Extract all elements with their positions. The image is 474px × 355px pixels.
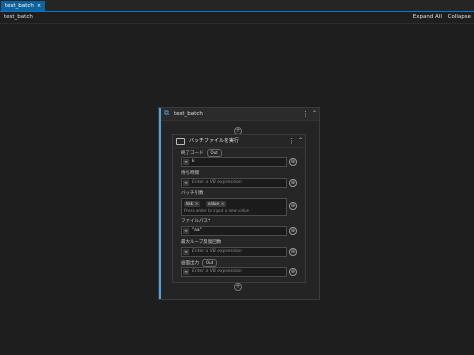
file-path-value: "aa" (192, 228, 202, 233)
wait-time-label: 待ち時間 (181, 171, 199, 176)
header-actions: Expand All Collapse (409, 12, 471, 23)
designer-header: test_batch Expand All Collapse (0, 12, 474, 24)
document-tab-bar: test_batch × (0, 0, 474, 12)
collapse-icon[interactable]: ⌃ (312, 108, 317, 120)
screen-output-label: 画面出力 Out (181, 259, 218, 267)
sequence-title: test_batch (174, 111, 203, 117)
out-badge: Out (202, 259, 218, 267)
required-marker: * (208, 219, 211, 224)
add-icon[interactable]: ⊕ (289, 248, 297, 256)
collapse-icon[interactable]: ⌃ (298, 135, 303, 147)
batch-args-hint: Press enter to input a new value (184, 208, 249, 213)
vb-icon: ≡ (183, 249, 189, 255)
batch-args-input[interactable]: kkk × value × Press enter to input a new v… (181, 198, 287, 216)
sequence-icon: ⧉ (164, 109, 169, 117)
add-icon[interactable]: ⊕ (289, 202, 297, 210)
exit-code-label: 終了コード Out (181, 149, 222, 157)
tab-label: test_batch (5, 3, 34, 9)
arg-chip-label: kkk (186, 201, 193, 206)
vb-icon: ≡ (183, 180, 189, 186)
tab-test-batch[interactable]: test_batch × (1, 1, 46, 11)
batch-args-label: バッチ引数 (181, 191, 204, 196)
out-badge: Out (206, 149, 222, 157)
monitor-icon (176, 138, 185, 145)
more-options-icon[interactable]: ⋮ (302, 108, 309, 120)
vb-icon: ≡ (183, 269, 189, 275)
remove-chip-icon[interactable]: × (195, 201, 198, 206)
file-path-input[interactable]: ≡ "aa" (181, 226, 287, 236)
arg-chip[interactable]: value × (206, 201, 227, 207)
close-icon[interactable]: × (37, 3, 41, 9)
wait-time-placeholder: Enter a VB expression (192, 180, 242, 185)
expand-all-button[interactable]: Expand All (413, 14, 442, 20)
wait-time-input[interactable]: ≡ Enter a VB expression (181, 178, 287, 188)
activity-header[interactable]: バッチファイルを実行 ⋮ ⌃ (173, 135, 305, 148)
more-options-icon[interactable]: ⋮ (288, 135, 295, 147)
remove-chip-icon[interactable]: × (221, 201, 224, 206)
file-path-label: ファイルパス* (181, 218, 210, 224)
vb-icon: ≡ (183, 228, 189, 234)
add-icon[interactable]: ⊕ (289, 268, 297, 276)
add-activity-bottom-icon[interactable]: + (234, 283, 242, 291)
arg-chip-label: value (208, 201, 219, 206)
sequence-accent-bar (159, 108, 161, 299)
collapse-button[interactable]: Collapse (448, 14, 471, 20)
arg-chip[interactable]: kkk × (184, 201, 201, 207)
activity-title: バッチファイルを実行 (189, 138, 240, 144)
max-loop-input[interactable]: ≡ Enter a VB expression (181, 247, 287, 257)
sequence-header[interactable]: ⧉ test_batch ⋮ ⌃ (161, 108, 319, 121)
exit-code-input[interactable]: ≡ k (181, 157, 287, 167)
breadcrumb[interactable]: test_batch (4, 12, 33, 23)
exit-code-label-text: 終了コード (181, 151, 204, 156)
exit-code-value: k (192, 159, 195, 164)
add-icon[interactable]: ⊕ (289, 179, 297, 187)
file-path-label-text: ファイルパス (181, 219, 208, 224)
add-icon[interactable]: ⊕ (289, 227, 297, 235)
vb-icon: ≡ (183, 159, 189, 165)
screen-output-input[interactable]: ≡ Enter a VB expression (181, 267, 287, 277)
max-loop-placeholder: Enter a VB expression (192, 249, 242, 254)
screen-output-placeholder: Enter a VB expression (192, 269, 242, 274)
add-icon[interactable]: ⊕ (289, 158, 297, 166)
screen-output-label-text: 画面出力 (181, 261, 199, 266)
max-loop-label: 最大ループ反復回数 (181, 240, 222, 245)
run-batch-activity[interactable]: バッチファイルを実行 ⋮ ⌃ 終了コード Out ≡ k ⊕ 待ち時間 ≡ Ent… (172, 134, 306, 283)
